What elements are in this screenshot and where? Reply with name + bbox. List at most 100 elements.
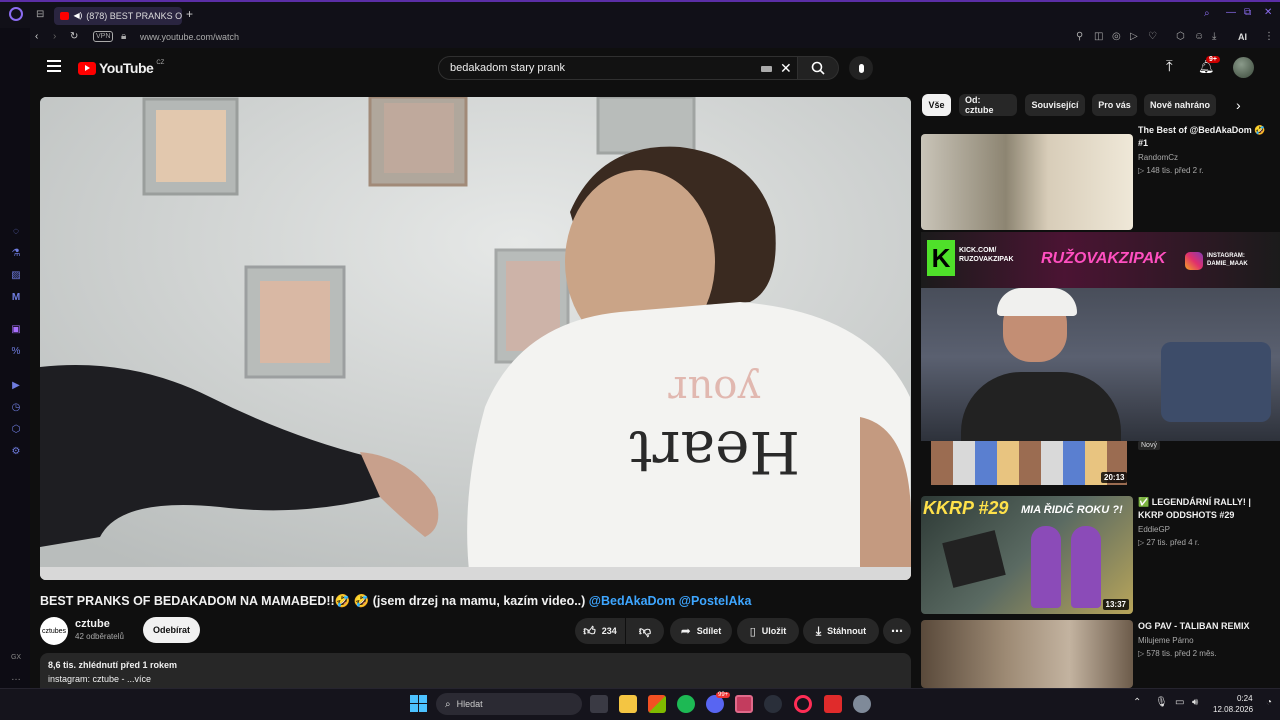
player-icon[interactable]: ▷: [1130, 31, 1138, 43]
tray-mic-icon[interactable]: 🎙︎: [1155, 697, 1168, 708]
ai-button[interactable]: AI: [1238, 31, 1247, 43]
aria-icon[interactable]: ◌: [10, 226, 22, 238]
menu-dots-icon[interactable]: ⋮: [1264, 31, 1274, 43]
youtube-logo[interactable]: YouTube CZ: [78, 60, 164, 76]
close-window-icon[interactable]: ✕: [1264, 7, 1272, 19]
notifications-button[interactable]: 🔔︎ 9+: [1198, 56, 1220, 76]
description-text[interactable]: instagram: cztube - ...více: [48, 674, 903, 684]
extensions-icon[interactable]: ⬡: [1176, 31, 1185, 43]
spotify-icon[interactable]: [677, 695, 695, 713]
maximize-icon[interactable]: ⧉: [1244, 7, 1251, 19]
pin-icon[interactable]: ⚲: [1076, 31, 1083, 43]
chip-all[interactable]: Vše: [922, 94, 951, 116]
hamburger-menu-icon[interactable]: [47, 60, 61, 72]
new-tab-button[interactable]: +: [186, 8, 193, 20]
chip-from-channel[interactable]: Od: cztube: [959, 94, 1017, 116]
workspace-icon[interactable]: ▨: [10, 270, 22, 282]
vpn-badge[interactable]: VPN: [93, 31, 114, 42]
search-button[interactable]: [797, 56, 839, 80]
snapshot-icon[interactable]: ◫: [1094, 31, 1103, 43]
url-field[interactable]: www.youtube.com/watch: [140, 31, 239, 43]
tray-chevron-icon[interactable]: ⌃: [1133, 697, 1141, 708]
tab-youtube[interactable]: ◀) (878) BEST PRANKS OF: [54, 7, 182, 25]
download-button[interactable]: ⤓ Stáhnout: [803, 618, 879, 644]
speaker-icon[interactable]: ◀): [73, 10, 82, 22]
search-input[interactable]: bedakadom stary prank: [450, 62, 565, 74]
video-thumbnail[interactable]: [921, 134, 1133, 230]
history-icon[interactable]: ◷: [10, 402, 22, 414]
app-red-icon[interactable]: [824, 695, 842, 713]
minimize-icon[interactable]: —: [1226, 7, 1236, 19]
opera-logo-icon[interactable]: [9, 7, 23, 21]
channel-name[interactable]: cztube: [75, 618, 110, 630]
more-actions-button[interactable]: ⋯: [883, 618, 911, 644]
share-button[interactable]: ➦ Sdílet: [670, 618, 732, 644]
save-label: Uložit: [761, 626, 787, 636]
tray-volume-icon[interactable]: 🔊︎: [1192, 697, 1198, 708]
twitch-icon[interactable]: ▣: [10, 324, 22, 336]
forward-icon[interactable]: ›: [53, 31, 56, 43]
player-rail-icon[interactable]: ▶: [10, 380, 22, 392]
download-icon[interactable]: ⤓: [1212, 31, 1216, 43]
chip-for-you[interactable]: Pro vás: [1092, 94, 1137, 116]
settings-rail-icon[interactable]: ⚙: [10, 446, 22, 458]
chip-related[interactable]: Související: [1025, 94, 1085, 116]
store-icon[interactable]: [648, 695, 666, 713]
tray-network-icon[interactable]: ▭: [1175, 697, 1184, 708]
search-tabs-icon[interactable]: ⌕: [1204, 8, 1210, 20]
recommendation-channel[interactable]: Milujeme Párno: [1138, 636, 1194, 645]
recommendation-title[interactable]: The Best of @BedAkaDom 🤣 #1: [1138, 124, 1273, 150]
save-button[interactable]: ▯ Uložit: [737, 618, 799, 644]
camera-icon[interactable]: ◎: [1112, 31, 1121, 43]
clear-search-icon[interactable]: ✕: [780, 60, 792, 77]
crypto-wallet-icon[interactable]: ⚗: [10, 248, 22, 260]
percent-icon[interactable]: %: [10, 346, 22, 358]
dislike-button[interactable]: 👎︎: [626, 618, 664, 644]
clock-date[interactable]: 12.08.2026: [1213, 705, 1253, 714]
taskbar-search[interactable]: ⌕ Hledat: [436, 693, 582, 715]
opera-gx-icon[interactable]: [794, 695, 812, 713]
video-title-mentions[interactable]: @BedAkaDom @PostelAka: [589, 594, 752, 608]
profile-icon[interactable]: ☺: [1194, 31, 1204, 43]
reload-icon[interactable]: ↻: [70, 31, 78, 43]
bookmark-icon: ▯: [749, 625, 756, 638]
more-rail-icon[interactable]: …: [10, 672, 22, 684]
account-avatar[interactable]: [1233, 57, 1254, 78]
video-thumbnail[interactable]: [921, 620, 1133, 688]
tab-menu-icon[interactable]: ⊟: [36, 9, 44, 21]
description-box[interactable]: 8,6 tis. zhlédnutí před 1 rokem instagra…: [40, 653, 911, 688]
video-thumbnail[interactable]: K KICK.COM/ RUZOVAKZIPAK RUŽOVAKZIPAK IN…: [921, 232, 1280, 441]
chip-recently-uploaded[interactable]: Nově nahráno: [1144, 94, 1216, 116]
video-thumbnail[interactable]: KKRP #29 MIA ŘIDIČ ROKU ?! 13:37: [921, 496, 1133, 614]
recommendation-item[interactable]: KKRP #29 MIA ŘIDIČ ROKU ?! 13:37 ✅ LEGEN…: [921, 496, 1273, 616]
voice-search-button[interactable]: [849, 56, 873, 80]
messenger-icon[interactable]: M: [10, 292, 22, 304]
file-explorer-icon[interactable]: [619, 695, 637, 713]
recommendation-title[interactable]: ✅ LEGENDÁRNÍ RALLY! | KKRP ODDSHOTS #29: [1138, 496, 1273, 522]
upload-icon[interactable]: ⤒: [1166, 58, 1173, 75]
gx-icon[interactable]: GX: [10, 652, 22, 664]
recommendation-channel[interactable]: EddieGP: [1138, 525, 1170, 534]
back-icon[interactable]: ‹: [35, 31, 38, 43]
recommendation-item[interactable]: OG PAV - TALIBAN REMIX Milujeme Párno ▷ …: [921, 620, 1273, 688]
extensions-rail-icon[interactable]: ⬡: [10, 424, 22, 436]
recommendation-title[interactable]: OG PAV - TALIBAN REMIX: [1138, 620, 1273, 633]
steam-icon[interactable]: [764, 695, 782, 713]
video-player[interactable]: Heart your: [40, 97, 911, 580]
clock-time[interactable]: 0:24: [1237, 694, 1253, 703]
recommendation-channel[interactable]: RandomCz: [1138, 153, 1178, 162]
settings-icon[interactable]: [853, 695, 871, 713]
channel-avatar[interactable]: cztubes: [40, 617, 68, 645]
chips-next-icon[interactable]: ›: [1236, 97, 1241, 113]
start-button[interactable]: [410, 695, 427, 712]
search-box[interactable]: bedakadom stary prank ✕: [438, 56, 798, 80]
subscribe-button[interactable]: Odebírat: [143, 617, 200, 643]
recommendation-item[interactable]: The Best of @BedAkaDom 🤣 #1 RandomCz ▷ 1…: [921, 124, 1273, 230]
heart-icon[interactable]: ♡: [1148, 31, 1157, 43]
recommendation-item[interactable]: K KICK.COM/ RUZOVAKZIPAK RUŽOVAKZIPAK IN…: [921, 232, 1280, 488]
task-view-icon[interactable]: [590, 695, 608, 713]
sheets-icon[interactable]: [735, 695, 753, 713]
keyboard-icon[interactable]: [761, 66, 772, 72]
notification-center-icon[interactable]: ◔: [1266, 697, 1272, 708]
like-button[interactable]: 👍︎ 234: [575, 618, 625, 644]
